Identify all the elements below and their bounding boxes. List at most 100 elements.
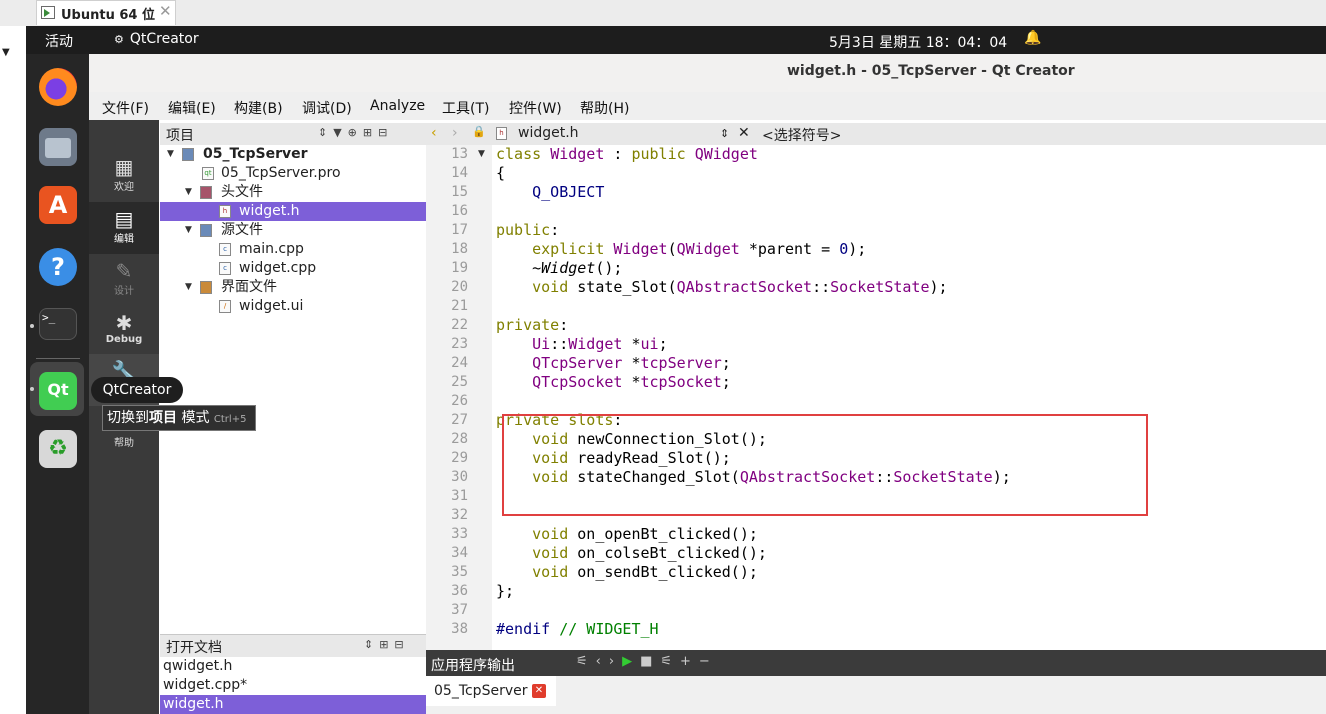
line-number: 26	[451, 393, 468, 409]
open-doc-item[interactable]: widget.cpp*	[160, 676, 426, 695]
line-number: 36	[451, 583, 468, 599]
trash-icon[interactable]: ♻	[39, 430, 77, 468]
close-icon[interactable]: ✕	[532, 684, 546, 698]
clock[interactable]: 5月3日 星期五 18：04：04	[829, 32, 1007, 52]
editor-toolbar: ‹ › 🔒 h widget.h ⇕ ✕ <选择符号>	[426, 123, 1326, 146]
line-number: 31	[451, 488, 468, 504]
code-line: Ui::Widget *ui;	[532, 335, 668, 353]
tooltip-text: 模式	[177, 410, 210, 426]
tree-item-label: main.cpp	[239, 241, 304, 257]
tree-item-label: 界面文件	[221, 279, 277, 295]
line-number: 28	[451, 431, 468, 447]
mode-label: Debug	[105, 334, 143, 345]
tree-item-widget-cpp[interactable]: c widget.cpp	[160, 259, 426, 278]
open-doc-item[interactable]: qwidget.h	[160, 657, 426, 676]
code-line: #endif // WIDGET_H	[496, 620, 659, 638]
menu-build[interactable]: 构建(B)	[234, 98, 283, 118]
output-tab-label: 05_TcpServer	[434, 683, 528, 699]
tree-item-pro[interactable]: qt 05_TcpServer.pro	[160, 164, 426, 183]
tree-item-project[interactable]: ▼ 05_TcpServer	[160, 145, 426, 164]
menu-edit[interactable]: 编辑(E)	[168, 98, 216, 118]
pane-toolbar-icons[interactable]: ⇕⊞⊟	[364, 638, 410, 651]
tree-item-sources[interactable]: ▼ 源文件	[160, 221, 426, 240]
chevron-down-icon[interactable]: ▼	[185, 221, 192, 240]
project-tree: ▼ 05_TcpServer qt 05_TcpServer.pro ▼ 头文件 hw…	[160, 145, 427, 633]
symbol-selector[interactable]: <选择符号>	[762, 125, 841, 145]
code-line: private:	[496, 316, 569, 334]
folder-icon	[200, 281, 212, 294]
code-line: void on_colseBt_clicked();	[532, 544, 767, 562]
mode-design[interactable]: ✎ 设计	[89, 254, 159, 306]
line-number: 20	[451, 279, 468, 295]
tree-item-widget-ui[interactable]: / widget.ui	[160, 297, 426, 316]
code-editor[interactable]: class Widget : public QWidget { Q_OBJECT…	[492, 145, 1326, 650]
line-number: 15	[451, 184, 468, 200]
output-pane-header: 应用程序输出 ⚟‹›▶■⚟+−	[426, 650, 1326, 676]
mode-label: 编辑	[114, 234, 134, 245]
editor-file-name[interactable]: widget.h	[518, 125, 579, 141]
cpp-file-icon: c	[219, 262, 231, 275]
activities-button[interactable]: 活动	[45, 31, 73, 51]
bell-icon[interactable]: 🔔	[1024, 30, 1041, 46]
menu-widgets[interactable]: 控件(W)	[509, 98, 562, 118]
line-number: 24	[451, 355, 468, 371]
tree-item-main-cpp[interactable]: c main.cpp	[160, 240, 426, 259]
help-icon[interactable]: ?	[39, 248, 77, 286]
code-line: public:	[496, 221, 560, 239]
terminal-icon[interactable]: >_	[39, 308, 77, 340]
firefox-icon[interactable]	[39, 68, 77, 106]
vm-tab[interactable]: Ubuntu 64 位 ✕	[36, 0, 176, 25]
menu-file[interactable]: 文件(F)	[102, 98, 149, 118]
menu-analyze[interactable]: Analyze	[370, 98, 425, 114]
chevron-down-icon[interactable]: ▼	[185, 278, 192, 297]
vm-tab-label: Ubuntu 64 位	[61, 8, 155, 23]
qt-creator-icon[interactable]: Qt	[39, 372, 77, 410]
back-icon[interactable]: ‹	[431, 125, 437, 141]
tree-item-widget-h[interactable]: h widget.h	[160, 202, 426, 221]
close-icon[interactable]: ✕	[738, 125, 750, 141]
menu-help[interactable]: 帮助(H)	[580, 98, 629, 118]
chevron-down-icon[interactable]: ▼	[185, 183, 192, 202]
tree-item-label: widget.h	[239, 203, 300, 219]
open-doc-item[interactable]: widget.h	[160, 695, 426, 714]
running-indicator	[30, 387, 34, 391]
tooltip-text: 切换到	[107, 410, 149, 426]
menu-bar: 文件(F) 编辑(E) 构建(B) 调试(D) Analyze 工具(T) 控件…	[89, 92, 1326, 120]
line-number: 34	[451, 545, 468, 561]
close-icon[interactable]: ✕	[159, 2, 172, 20]
tree-item-forms[interactable]: ▼ 界面文件	[160, 278, 426, 297]
pro-file-icon: qt	[202, 167, 214, 180]
chevron-down-icon[interactable]: ▼	[167, 145, 174, 164]
app-menu[interactable]: ⚙ QtCreator	[114, 31, 199, 47]
output-toolbar-icons[interactable]: ⚟‹›▶■⚟+−	[576, 654, 718, 669]
bug-icon: ✱	[115, 311, 133, 335]
tree-item-label: 头文件	[221, 184, 263, 200]
mode-edit[interactable]: ▤ 编辑	[89, 202, 159, 254]
folder-icon	[200, 224, 212, 237]
mode-debug[interactable]: ✱ Debug	[89, 306, 159, 358]
line-number: 17	[451, 222, 468, 238]
dock-tooltip: QtCreator	[91, 377, 183, 403]
output-tabs: 05_TcpServer ✕	[426, 676, 1326, 714]
menu-debug[interactable]: 调试(D)	[302, 98, 352, 118]
mode-welcome[interactable]: ▦ 欢迎	[89, 150, 159, 202]
files-icon[interactable]	[39, 128, 77, 166]
dropdown-icon[interactable]: ⇕	[720, 127, 729, 140]
forward-icon[interactable]: ›	[452, 125, 458, 141]
pane-toolbar-icons[interactable]: ⇕▼⊕⊞⊟	[318, 126, 393, 139]
app-center-icon[interactable]: A	[39, 186, 77, 224]
fold-icon[interactable]: ▼	[478, 149, 485, 159]
line-number: 27	[451, 412, 468, 428]
tree-item-label: 05_TcpServer.pro	[221, 165, 341, 181]
tree-item-headers[interactable]: ▼ 头文件	[160, 183, 426, 202]
menu-tools[interactable]: 工具(T)	[442, 98, 489, 118]
chevron-down-icon[interactable]: ▼	[2, 47, 10, 58]
tree-item-label: 05_TcpServer	[203, 146, 308, 162]
output-tab[interactable]: 05_TcpServer ✕	[426, 676, 556, 706]
code-line: void state_Slot(QAbstractSocket::SocketS…	[532, 278, 948, 296]
window-title-bar: widget.h - 05_TcpServer - Qt Creator	[89, 54, 1326, 93]
code-line: QTcpSocket *tcpSocket;	[532, 373, 731, 391]
line-number: 35	[451, 564, 468, 580]
running-indicator	[30, 324, 34, 328]
gear-icon: ⚙	[114, 33, 124, 46]
